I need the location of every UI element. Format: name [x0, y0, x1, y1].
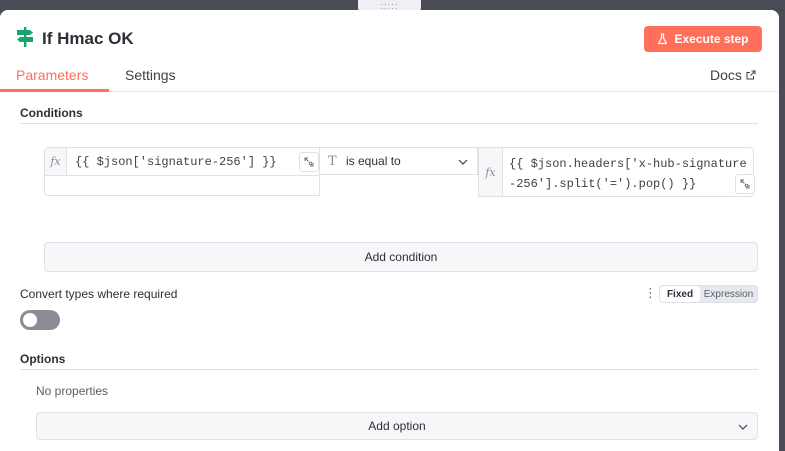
- parameters-body: Conditions fx {{ $json['signature-256'] …: [0, 92, 779, 451]
- tab-parameters[interactable]: Parameters: [16, 67, 88, 83]
- switch-knob: [23, 313, 37, 327]
- conditions-title: Conditions: [20, 106, 83, 120]
- tab-settings[interactable]: Settings: [125, 67, 176, 83]
- right-expression[interactable]: {{ $json.headers['x-hub-signature-256'].…: [509, 154, 751, 194]
- operator-select[interactable]: T is equal to: [320, 147, 478, 175]
- condition-left-value[interactable]: fx {{ $json['signature-256'] }}: [44, 147, 320, 196]
- signpost-icon: [17, 27, 33, 47]
- fx-badge: fx: [45, 148, 67, 175]
- open-expression-editor-button[interactable]: [299, 152, 319, 172]
- options-menu-icon[interactable]: ⋮: [644, 285, 657, 301]
- options-title: Options: [20, 352, 66, 366]
- canvas-background: [779, 0, 785, 451]
- left-expression[interactable]: {{ $json['signature-256'] }}: [75, 155, 277, 169]
- add-option-button[interactable]: Add option: [36, 412, 758, 440]
- fx-icon: fx: [50, 155, 61, 168]
- fixed-expression-toggle[interactable]: Fixed Expression: [659, 285, 758, 303]
- node-title: If Hmac OK: [42, 29, 134, 48]
- docs-label: Docs: [710, 67, 742, 83]
- open-expression-editor-button-right[interactable]: [735, 174, 755, 194]
- add-option-label: Add option: [368, 419, 426, 433]
- flask-icon: [658, 33, 668, 45]
- fx-icon: fx: [485, 165, 496, 179]
- conditions-divider: [20, 123, 758, 124]
- node-settings-panel: If Hmac OK Execute step Parameters Setti…: [0, 10, 779, 451]
- options-divider: [20, 369, 758, 370]
- convert-types-label: Convert types where required: [20, 287, 178, 301]
- expand-icon: [304, 157, 314, 167]
- chevron-down-icon: [738, 424, 748, 430]
- mode-fixed[interactable]: Fixed: [660, 286, 700, 302]
- add-condition-button[interactable]: Add condition: [44, 242, 758, 272]
- docs-link[interactable]: Docs: [710, 67, 756, 83]
- convert-types-switch[interactable]: [20, 310, 60, 330]
- chevron-down-icon: [458, 159, 468, 165]
- mode-expression[interactable]: Expression: [700, 286, 757, 302]
- text-type-icon: T: [328, 153, 337, 169]
- left-value-divider: [45, 175, 319, 176]
- no-properties-text: No properties: [36, 384, 109, 398]
- panel-header: If Hmac OK Execute step Parameters Setti…: [0, 10, 779, 92]
- execute-step-label: Execute step: [674, 32, 749, 46]
- expand-icon: [740, 179, 750, 189]
- fx-badge-right: fx: [479, 148, 503, 196]
- condition-right-value[interactable]: fx {{ $json.headers['x-hub-signature-256…: [478, 147, 755, 197]
- operator-label: is equal to: [346, 154, 401, 168]
- external-link-icon: [746, 70, 756, 80]
- execute-step-button[interactable]: Execute step: [644, 26, 762, 52]
